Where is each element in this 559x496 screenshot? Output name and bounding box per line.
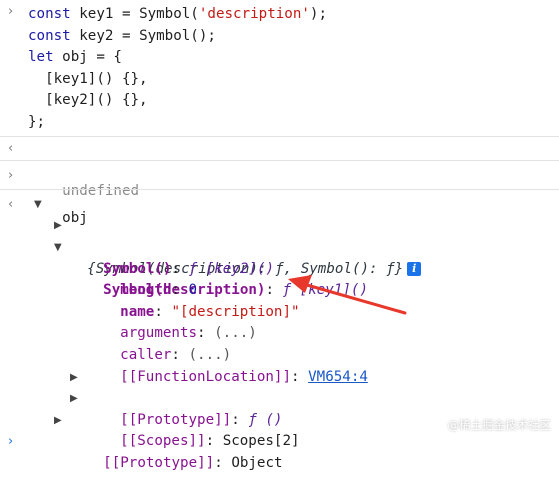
code-line: let obj = { [28, 47, 559, 69]
object-summary-row[interactable]: ‹ ▼ {Symbol(description): ƒ, Symbol(): ƒ… [0, 194, 559, 277]
tree-row-prototype-fn[interactable]: ▶ [[Prototype]]: ƒ () [0, 367, 559, 428]
code-text: Symbol(); [139, 27, 216, 44]
prompt-chevron-icon: › [8, 168, 14, 184]
tree-row-length: length: 0 [0, 259, 559, 298]
result-arrow-icon: ‹ [8, 196, 14, 212]
code-text: [key1]() {}, [28, 70, 148, 87]
collapsed-triangle-icon[interactable]: ▶ [54, 215, 62, 237]
prompt-chevron-icon: › [8, 4, 14, 19]
code-text: obj = { [53, 49, 122, 66]
tree-row-symbol-empty[interactable]: ▶ Symbol(): ƒ [key2]() [0, 215, 559, 276]
code-keyword: const [28, 27, 71, 44]
code-text: [key2]() {}, [28, 92, 148, 109]
tree-row-caller[interactable]: caller: (...) [0, 323, 559, 363]
tree-row-function-location: [[FunctionLocation]]: VM654:4 [0, 345, 559, 385]
expand-triangle-icon[interactable]: ▼ [54, 237, 62, 259]
code-keyword: let [28, 49, 54, 66]
collapsed-triangle-icon[interactable]: ▶ [70, 367, 78, 389]
console-input-entry-2[interactable]: › obj [0, 161, 559, 226]
tree-row-symbol-description[interactable]: ▼ Symbol(description): ƒ [key1]() [0, 237, 559, 298]
expand-triangle-icon[interactable]: ▼ [34, 194, 42, 216]
watermark: @稀土掘金技术社区 [447, 418, 552, 432]
code-text: key2 = [70, 27, 140, 44]
console-result-entry-1: ‹ undefined [0, 137, 559, 199]
code-text: }; [28, 113, 46, 130]
prop-separator: : [214, 454, 232, 471]
code-line: }; [28, 112, 559, 134]
code-text: key1 = [70, 6, 140, 22]
prompt-chevron-icon: › [8, 434, 14, 450]
code-line: [key1]() {}, [28, 69, 559, 91]
collapsed-triangle-icon[interactable]: ▶ [54, 410, 62, 432]
code-line: const key2 = Symbol(); [28, 26, 559, 48]
prop-key: [[Prototype]] [103, 454, 215, 471]
code-block: const key1 = Symbol('description'); const… [0, 4, 559, 134]
code-text: Symbol( [139, 6, 199, 22]
tree-row-scopes[interactable]: ▶ [[Scopes]]: Scopes[2] [0, 388, 559, 449]
result-arrow-icon: ‹ [8, 140, 14, 156]
code-line: [key2]() {}, [28, 90, 559, 112]
code-keyword: const [28, 6, 71, 22]
console-result-entry-2: ‹ ▼ {Symbol(description): ƒ, Symbol(): ƒ… [0, 190, 559, 471]
collapsed-triangle-icon[interactable]: ▶ [70, 388, 78, 410]
console-prompt-row[interactable]: › [0, 431, 559, 453]
code-string: 'description' [198, 6, 310, 22]
tree-row-arguments[interactable]: arguments: (...) [0, 302, 559, 341]
tree-row-name: name: "[description]" [0, 280, 559, 320]
code-line: const key1 = Symbol('description'); [28, 4, 559, 26]
console-input-entry-1[interactable]: const key1 = Symbol('description'); const… [0, 0, 559, 137]
prop-value: Object [231, 454, 283, 471]
code-text: ); [309, 6, 327, 22]
